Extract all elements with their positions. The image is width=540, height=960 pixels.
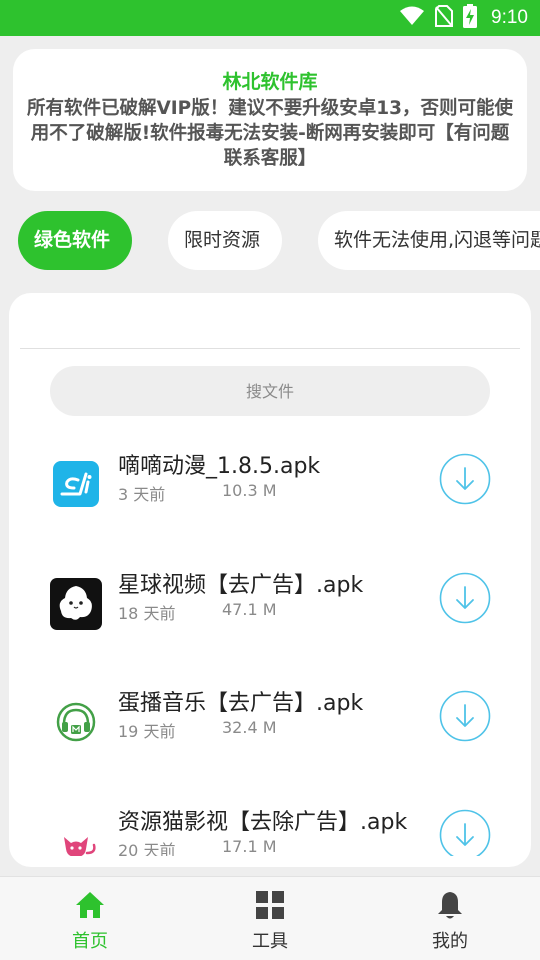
file-row[interactable]: 蛋播音乐【去广告】.apk 19 天前 32.4 M bbox=[9, 690, 531, 790]
home-icon bbox=[76, 892, 104, 918]
file-name: 嘀嘀动漫_1.8.5.apk bbox=[118, 454, 321, 479]
nav-label: 工具 bbox=[252, 931, 288, 952]
status-bar: 9:10 bbox=[0, 0, 540, 36]
nav-mine[interactable]: 我的 bbox=[360, 877, 540, 960]
battery-charging-icon bbox=[463, 4, 478, 32]
file-name: 资源猫影视【去除广告】.apk bbox=[118, 810, 408, 835]
file-time: 19 天前 bbox=[118, 722, 176, 741]
download-arrow-icon bbox=[439, 572, 491, 624]
nav-label: 首页 bbox=[72, 931, 108, 952]
tab-limited-resources[interactable]: 限时资源 bbox=[168, 211, 282, 270]
category-tabs: 绿色软件 限时资源 软件无法使用,闪退等问题 bbox=[0, 211, 540, 271]
file-size: 10.3 M bbox=[222, 481, 277, 500]
download-button[interactable] bbox=[439, 809, 491, 856]
no-sim-icon bbox=[435, 5, 454, 31]
danbo-music-app-icon bbox=[50, 696, 102, 748]
file-size: 32.4 M bbox=[222, 718, 277, 737]
file-name: 星球视频【去广告】.apk bbox=[118, 573, 364, 598]
status-time: 9:10 bbox=[491, 7, 528, 28]
download-arrow-icon bbox=[439, 690, 491, 742]
file-list[interactable]: 嘀嘀动漫_1.8.5.apk 3 天前 10.3 M 星球视频【去广告】.apk… bbox=[9, 428, 531, 856]
divider bbox=[20, 348, 520, 349]
notice-body: 所有软件已破解VIP版！建议不要升级安卓13，否则可能使用不了破解版!软件报毒无… bbox=[26, 98, 513, 169]
download-arrow-icon bbox=[439, 453, 491, 505]
notice-title: 林北软件库 bbox=[222, 71, 318, 93]
file-panel: 嘀嘀动漫_1.8.5.apk 3 天前 10.3 M bbox=[9, 293, 531, 867]
file-row[interactable]: 资源猫影视【去除广告】.apk 20 天前 17.1 M bbox=[9, 809, 531, 856]
status-icons: 9:10 bbox=[399, 0, 528, 36]
bell-icon bbox=[438, 892, 462, 919]
nav-label: 我的 bbox=[432, 931, 468, 952]
nav-tools[interactable]: 工具 bbox=[180, 877, 360, 960]
download-button[interactable] bbox=[439, 690, 491, 742]
tab-green-software[interactable]: 绿色软件 bbox=[18, 211, 132, 270]
tools-grid-icon bbox=[256, 891, 284, 919]
planet-video-app-icon bbox=[50, 578, 102, 630]
file-time: 20 天前 bbox=[118, 841, 176, 856]
download-button[interactable] bbox=[439, 453, 491, 505]
notice-card: 林北软件库 所有软件已破解VIP版！建议不要升级安卓13，否则可能使用不了破解版… bbox=[13, 49, 527, 191]
tab-app-issues[interactable]: 软件无法使用,闪退等问题 bbox=[318, 211, 540, 270]
file-size: 47.1 M bbox=[222, 600, 277, 619]
download-button[interactable] bbox=[439, 572, 491, 624]
file-time: 18 天前 bbox=[118, 604, 176, 623]
file-size: 17.1 M bbox=[222, 837, 277, 856]
search-input[interactable] bbox=[50, 366, 490, 416]
didi-anime-app-icon bbox=[50, 458, 102, 510]
nav-home[interactable]: 首页 bbox=[0, 877, 180, 960]
download-arrow-icon bbox=[439, 809, 491, 856]
bottom-nav: 首页 工具 我的 bbox=[0, 876, 540, 960]
file-time: 3 天前 bbox=[118, 485, 166, 504]
file-row[interactable]: 嘀嘀动漫_1.8.5.apk 3 天前 10.3 M bbox=[9, 453, 531, 553]
file-row[interactable]: 星球视频【去广告】.apk 18 天前 47.1 M bbox=[9, 572, 531, 672]
wifi-icon bbox=[399, 6, 425, 30]
file-name: 蛋播音乐【去广告】.apk bbox=[118, 691, 364, 716]
resource-cat-app-icon bbox=[50, 815, 102, 856]
